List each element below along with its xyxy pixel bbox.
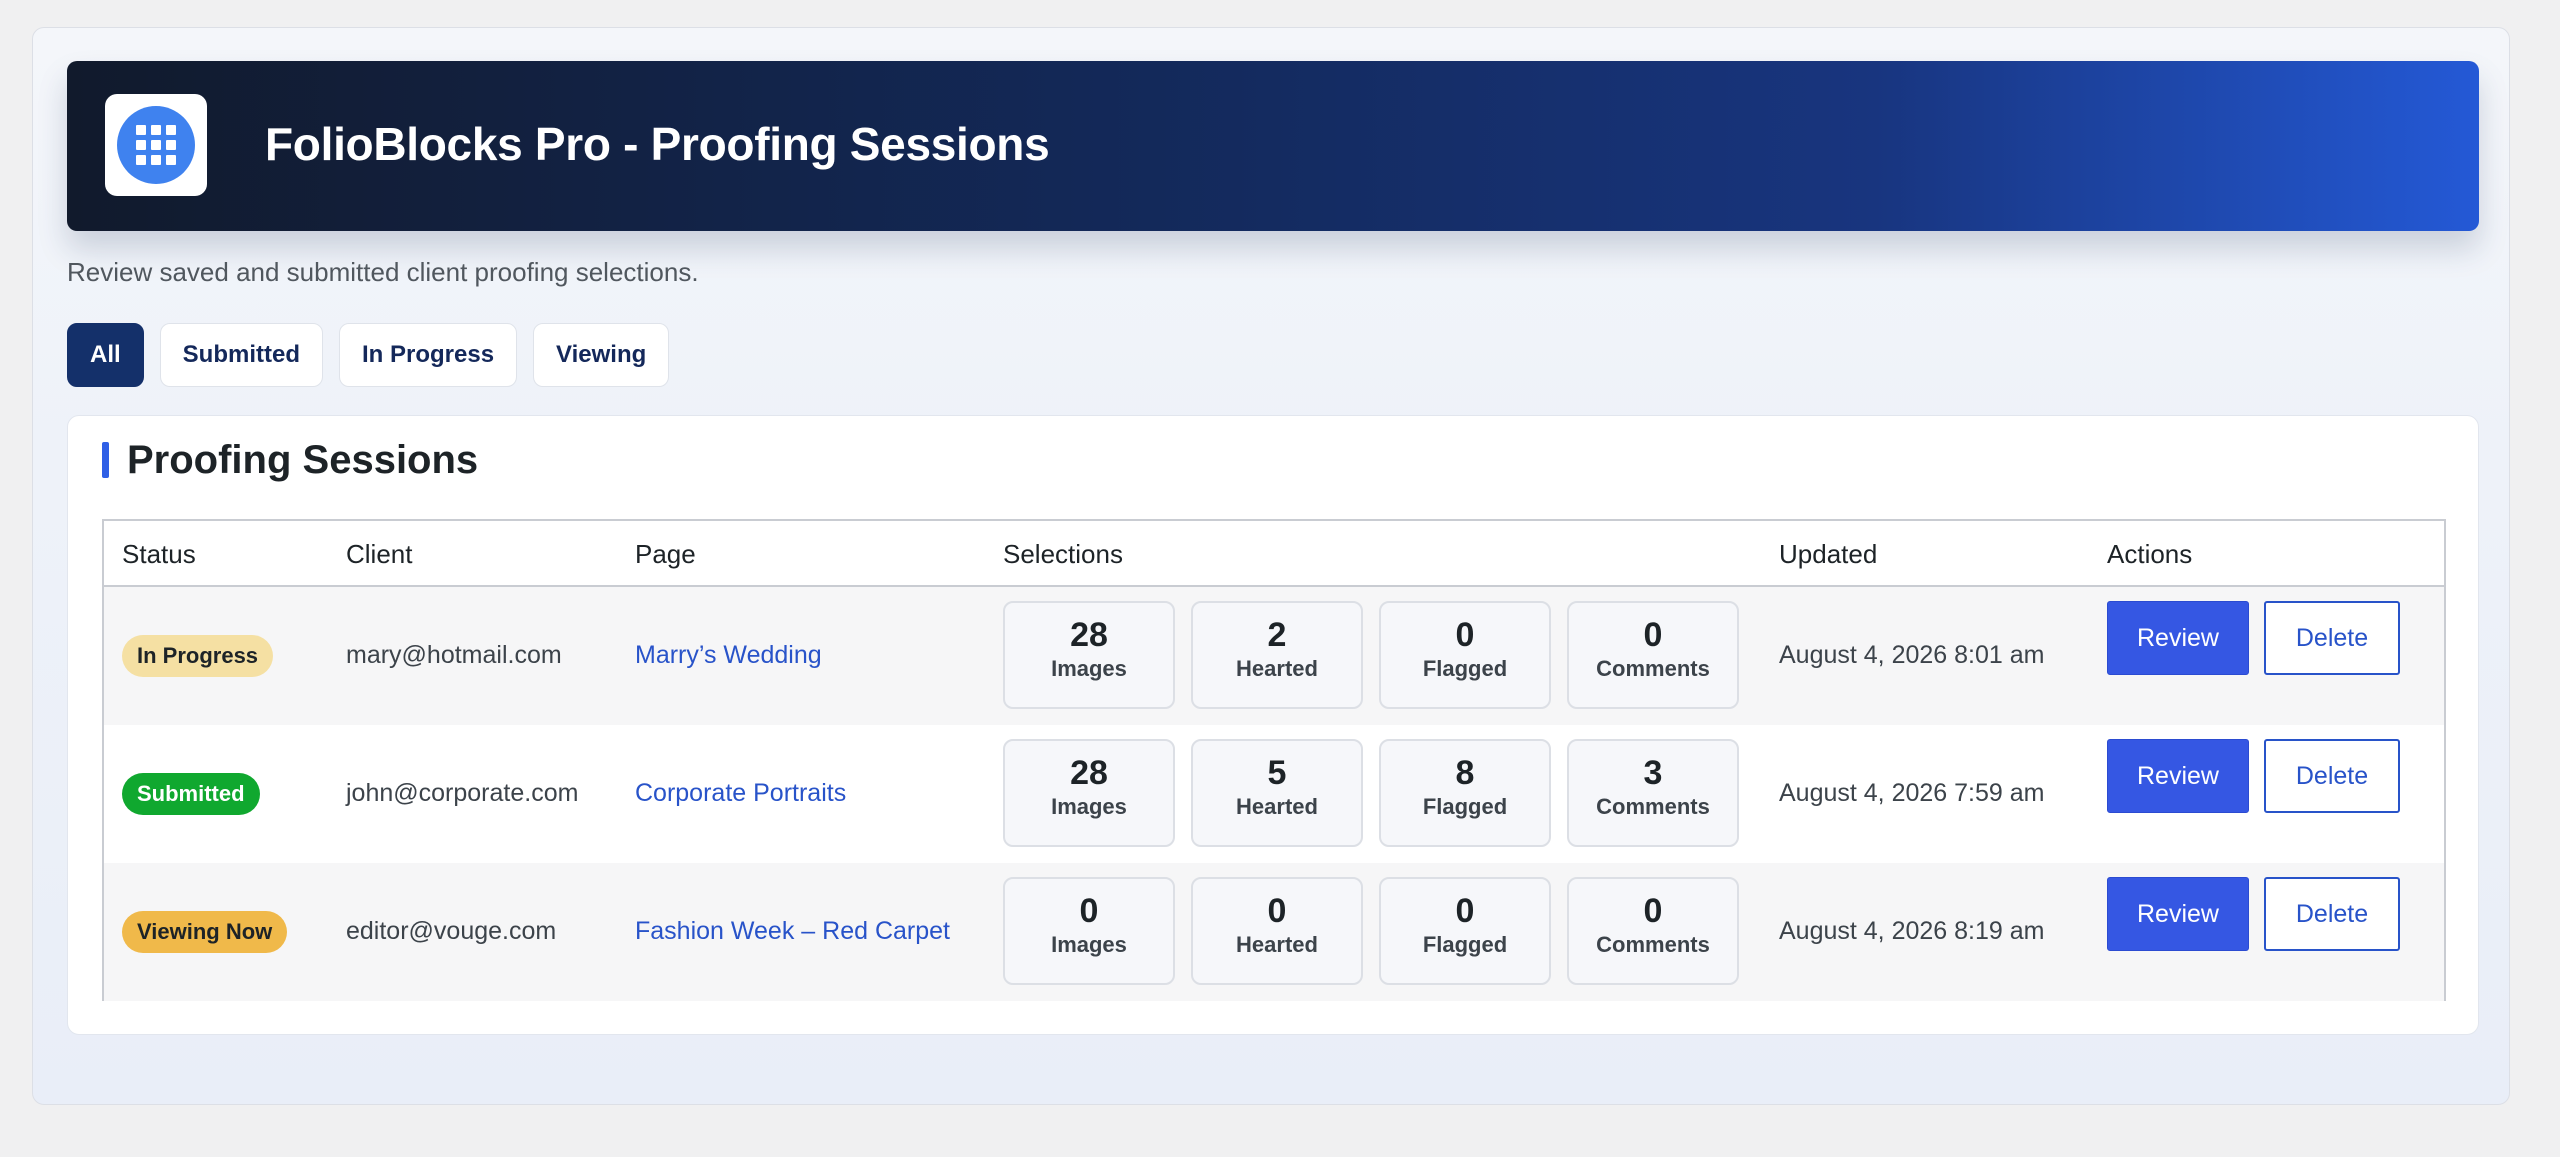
panel-heading: Proofing Sessions: [102, 437, 479, 482]
updated-timestamp: August 4, 2026 8:19 am: [1779, 917, 2045, 945]
stat-label: Hearted: [1236, 932, 1318, 957]
filter-all[interactable]: All: [67, 323, 144, 387]
stat-flagged: 8 Flagged: [1379, 739, 1551, 847]
status-badge: Submitted: [122, 773, 260, 815]
stat-label: Comments: [1596, 932, 1710, 957]
filter-viewing[interactable]: Viewing: [533, 323, 670, 387]
table-row: Submitted john@corporate.com Corporate P…: [104, 725, 2444, 863]
grid-icon: [117, 106, 195, 184]
delete-button[interactable]: Delete: [2264, 877, 2400, 951]
table-header: Status Client Page Selections Updated Ac…: [104, 521, 2444, 587]
delete-button[interactable]: Delete: [2264, 739, 2400, 813]
stat-hearted: 2 Hearted: [1191, 601, 1363, 709]
stat-value: 28: [1070, 754, 1108, 792]
stat-images: 28 Images: [1003, 739, 1175, 847]
stat-label: Images: [1051, 932, 1127, 957]
stat-hearted: 0 Hearted: [1191, 877, 1363, 985]
stat-label: Images: [1051, 794, 1127, 819]
stat-value: 5: [1267, 754, 1287, 792]
stat-value: 0: [1643, 616, 1663, 654]
stat-label: Flagged: [1422, 656, 1508, 681]
stat-flagged: 0 Flagged: [1379, 601, 1551, 709]
status-filter-tabs: All Submitted In Progress Viewing: [67, 323, 670, 387]
updated-timestamp: August 4, 2026 8:01 am: [1779, 641, 2045, 669]
stat-value: 2: [1267, 616, 1287, 654]
stat-comments: 0 Comments: [1567, 877, 1739, 985]
client-email: editor@vouge.com: [346, 917, 557, 945]
stat-label: Comments: [1596, 794, 1710, 819]
stat-value: 8: [1455, 754, 1475, 792]
stat-value: 3: [1643, 754, 1663, 792]
stat-label: Flagged: [1422, 932, 1508, 957]
stat-label: Comments: [1596, 656, 1710, 681]
page-link[interactable]: Marry’s Wedding: [635, 641, 822, 670]
stat-images: 28 Images: [1003, 601, 1175, 709]
app-logo: [105, 94, 207, 196]
stat-value: 0: [1267, 892, 1287, 930]
stat-value: 0: [1079, 892, 1099, 930]
stat-label: Hearted: [1236, 656, 1318, 681]
stat-value: 0: [1455, 892, 1475, 930]
stat-flagged: 0 Flagged: [1379, 877, 1551, 985]
status-badge: Viewing Now: [122, 911, 288, 953]
table-row: Viewing Now editor@vouge.com Fashion Wee…: [104, 863, 2444, 1001]
review-button[interactable]: Review: [2107, 877, 2249, 951]
column-client: Client: [346, 539, 413, 569]
stat-value: 0: [1455, 616, 1475, 654]
client-email: john@corporate.com: [346, 779, 579, 807]
review-button[interactable]: Review: [2107, 601, 2249, 675]
column-page: Page: [635, 539, 696, 569]
page-subtitle: Review saved and submitted client proofi…: [67, 257, 699, 287]
table-row: In Progress mary@hotmail.com Marry’s Wed…: [104, 587, 2444, 725]
stat-label: Images: [1051, 656, 1127, 681]
updated-timestamp: August 4, 2026 7:59 am: [1779, 779, 2045, 807]
filter-in-progress[interactable]: In Progress: [339, 323, 518, 387]
stat-comments: 3 Comments: [1567, 739, 1739, 847]
stat-label: Hearted: [1236, 794, 1318, 819]
delete-button[interactable]: Delete: [2264, 601, 2400, 675]
header-banner: FolioBlocks Pro - Proofing Sessions: [67, 61, 2479, 231]
sessions-panel: Proofing Sessions Status Client Page Sel…: [67, 415, 2479, 1035]
stat-hearted: 5 Hearted: [1191, 739, 1363, 847]
stat-comments: 0 Comments: [1567, 601, 1739, 709]
filter-submitted[interactable]: Submitted: [159, 323, 323, 387]
review-button[interactable]: Review: [2107, 739, 2249, 813]
column-status: Status: [122, 539, 196, 569]
column-actions: Actions: [2107, 539, 2193, 569]
page-link[interactable]: Fashion Week – Red Carpet: [635, 917, 950, 946]
app-container: FolioBlocks Pro - Proofing Sessions Revi…: [32, 27, 2510, 1105]
page-title: FolioBlocks Pro - Proofing Sessions: [265, 118, 1050, 170]
page-link[interactable]: Corporate Portraits: [635, 779, 846, 808]
stat-label: Flagged: [1422, 794, 1508, 819]
sessions-table: Status Client Page Selections Updated Ac…: [102, 519, 2446, 1001]
stat-value: 28: [1070, 616, 1108, 654]
client-email: mary@hotmail.com: [346, 641, 562, 669]
column-selections: Selections: [1003, 539, 1123, 569]
stat-value: 0: [1643, 892, 1663, 930]
column-updated: Updated: [1779, 539, 1878, 569]
stat-images: 0 Images: [1003, 877, 1175, 985]
heading-accent-bar: [102, 442, 109, 478]
panel-title: Proofing Sessions: [127, 437, 479, 482]
status-badge: In Progress: [122, 635, 274, 677]
